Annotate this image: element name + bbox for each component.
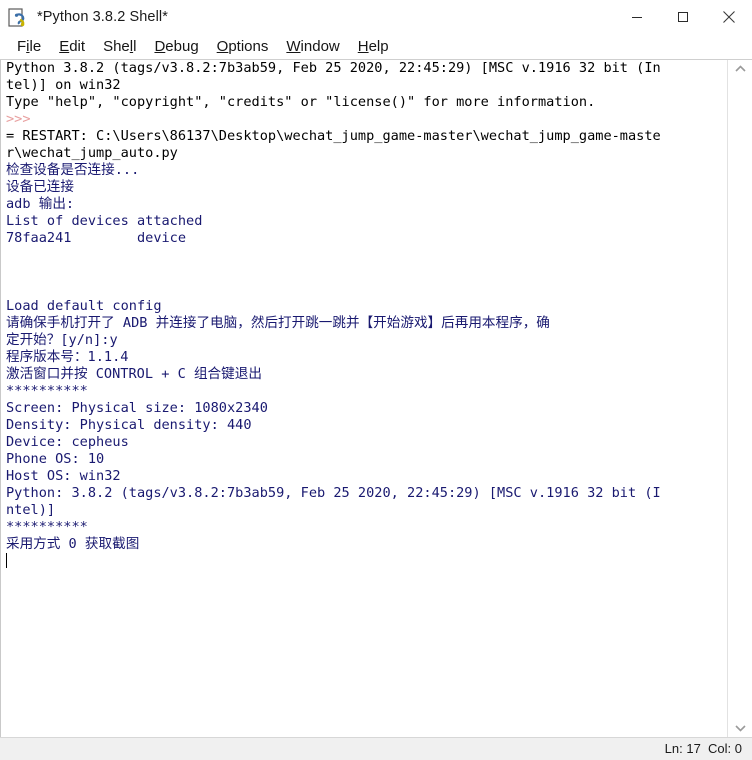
menu-options[interactable]: Options	[208, 36, 278, 57]
console-line: Type "help", "copyright", "credits" or "…	[6, 94, 596, 110]
status-bar: Ln: 17 Col: 0	[0, 737, 752, 760]
menu-shell[interactable]: Shell	[94, 36, 145, 57]
menu-help[interactable]: Help	[349, 36, 398, 57]
python-idle-icon	[7, 7, 29, 29]
menu-debug[interactable]: Debug	[145, 36, 207, 57]
console-line: Load default config	[6, 298, 162, 314]
console-caret-line	[6, 553, 728, 570]
close-button[interactable]	[706, 0, 752, 34]
menu-shell-label: Shell	[103, 38, 137, 55]
window-controls	[614, 0, 752, 34]
menu-options-label: Options	[216, 38, 269, 55]
console-line: 程序版本号：1.1.4	[6, 349, 129, 365]
console-line: ntel)]	[6, 502, 56, 518]
console-line: 激活窗口并按 CONTROL + C 组合键退出	[6, 366, 262, 382]
console-line: = RESTART: C:\Users\86137\Desktop\wechat…	[6, 128, 661, 144]
vertical-scrollbar[interactable]	[727, 60, 752, 737]
console-line: Device: cepheus	[6, 434, 129, 450]
console-line: Phone OS: 10	[6, 451, 105, 467]
menu-file-label: File	[17, 38, 42, 55]
scroll-up-arrow-icon[interactable]	[728, 60, 752, 78]
console-line: **********	[6, 383, 88, 399]
console-line: >>>	[6, 111, 39, 127]
menu-window-label: Window	[286, 38, 340, 55]
menu-window[interactable]: Window	[277, 36, 348, 57]
console-line: 78faa241 device	[6, 230, 187, 246]
menu-edit[interactable]: Edit	[50, 36, 94, 57]
maximize-button[interactable]	[660, 0, 706, 34]
scrollbar-track[interactable]	[728, 78, 752, 719]
menu-bar: File Edit Shell Debug Options Window Hel…	[0, 34, 752, 59]
shell-output-area[interactable]: Python 3.8.2 (tags/v3.8.2:7b3ab59, Feb 2…	[0, 59, 752, 737]
window-title: *Python 3.8.2 Shell*	[37, 9, 168, 25]
scroll-down-arrow-icon[interactable]	[728, 719, 752, 737]
console-line: **********	[6, 519, 88, 535]
console-line: 请确保手机打开了 ADB 并连接了电脑，然后打开跳一跳并【开始游戏】后再用本程序…	[6, 315, 550, 331]
console-line: 设备已连接	[6, 179, 74, 195]
console-line: Python: 3.8.2 (tags/v3.8.2:7b3ab59, Feb …	[6, 485, 661, 501]
menu-debug-label: Debug	[154, 38, 199, 55]
console-line: tel)] on win32	[6, 77, 121, 93]
title-bar: *Python 3.8.2 Shell*	[0, 0, 752, 34]
console-line: Host OS: win32	[6, 468, 121, 484]
console-line: 定开始？[y/n]:y	[6, 332, 118, 348]
console-line: adb 输出:	[6, 196, 75, 212]
shell-text-frame[interactable]: Python 3.8.2 (tags/v3.8.2:7b3ab59, Feb 2…	[0, 60, 728, 737]
menu-help-label: Help	[357, 38, 389, 55]
shell-console-text[interactable]: Python 3.8.2 (tags/v3.8.2:7b3ab59, Feb 2…	[6, 60, 728, 570]
console-line: 采用方式 0 获取截图	[6, 536, 140, 552]
console-line: Density: Physical density: 440	[6, 417, 252, 433]
menu-file[interactable]: File	[8, 36, 50, 57]
menu-edit-label: Edit	[59, 38, 86, 55]
console-line: Python 3.8.2 (tags/v3.8.2:7b3ab59, Feb 2…	[6, 60, 661, 76]
minimize-button[interactable]	[614, 0, 660, 34]
idle-shell-window: *Python 3.8.2 Shell* File Edit Shell Deb…	[0, 0, 752, 760]
text-caret	[6, 553, 7, 568]
console-line: r\wechat_jump_auto.py	[6, 145, 178, 161]
cursor-position-indicator: Ln: 17 Col: 0	[664, 741, 742, 756]
console-line: 检查设备是否连接...	[6, 162, 140, 178]
console-line: Screen: Physical size: 1080x2340	[6, 400, 268, 416]
console-line: List of devices attached	[6, 213, 203, 229]
